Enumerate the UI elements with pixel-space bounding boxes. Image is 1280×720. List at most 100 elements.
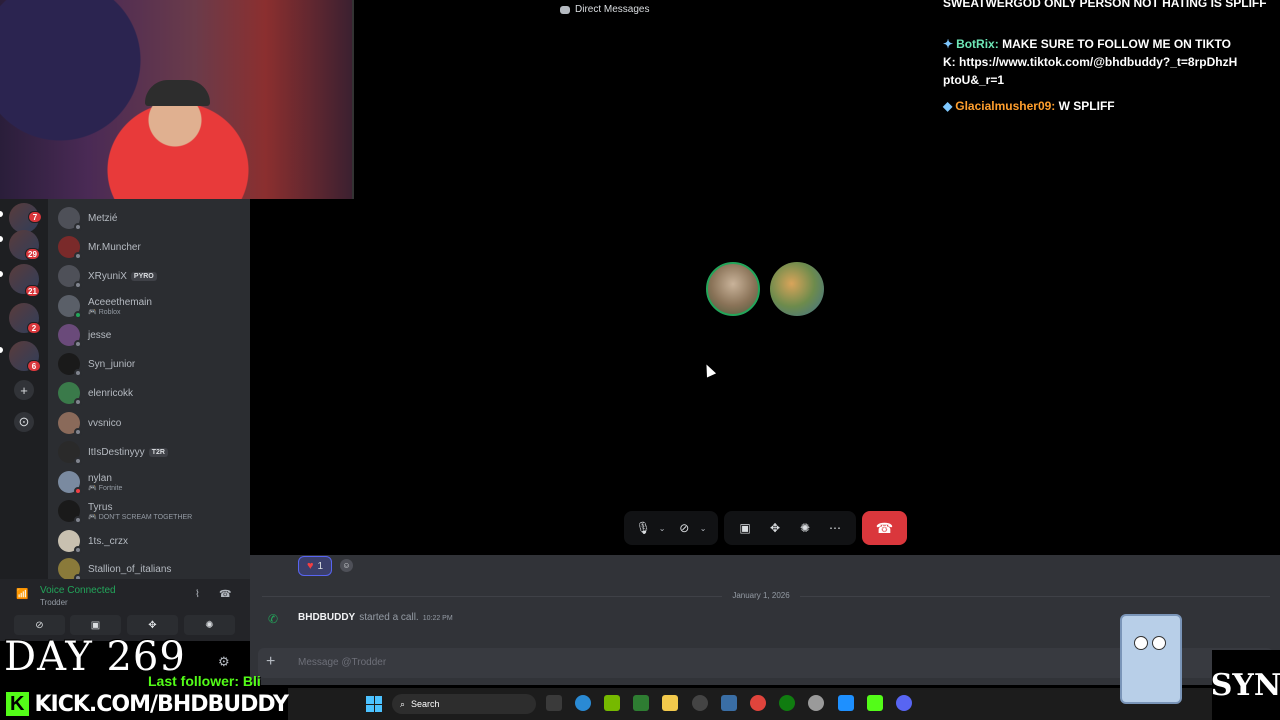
- add-server-icon[interactable]: +: [14, 380, 34, 400]
- windows-start-icon[interactable]: [366, 696, 382, 712]
- towelie-mascot: [1110, 606, 1190, 716]
- heart-icon: ♥: [306, 560, 314, 572]
- dm-item[interactable]: Aceeethemain 🎮 Roblox: [58, 292, 243, 320]
- dm-name: Metzié: [88, 212, 118, 224]
- nvidia-icon[interactable]: [604, 695, 620, 711]
- dm-item[interactable]: ItIsDestinyyy T2R: [58, 438, 243, 466]
- voice-connected-label[interactable]: Voice Connected: [40, 585, 116, 596]
- message-input[interactable]: Message @Trodder: [298, 657, 386, 668]
- kick-app-icon[interactable]: [867, 695, 883, 711]
- dm-item[interactable]: Syn_junior: [58, 350, 243, 378]
- avatar: [58, 295, 82, 319]
- soundboard-icon: ✺: [205, 619, 214, 631]
- avatar: [58, 558, 82, 582]
- chevron-down-icon[interactable]: ⌄: [659, 524, 669, 533]
- activities-icon[interactable]: ✥: [764, 517, 786, 539]
- screen-share-icon[interactable]: ▣: [734, 517, 756, 539]
- dm-item[interactable]: Tyrus 🎮 DON'T SCREAM TOGETHER: [58, 497, 243, 525]
- xbox-icon[interactable]: [779, 695, 795, 711]
- webcam-overlay: [0, 0, 354, 199]
- dm-name: XRyuniX: [88, 270, 127, 282]
- dm-name: 1ts._crzx: [88, 535, 129, 547]
- bot-badge-icon: ✦: [943, 37, 954, 51]
- camera-toggle-button[interactable]: ⊘: [14, 615, 65, 635]
- store-icon[interactable]: [721, 695, 737, 711]
- last-follower-label: Last follower: Bli: [148, 673, 261, 689]
- chevron-down-icon[interactable]: ⌄: [700, 524, 710, 533]
- window-title-text: Direct Messages: [575, 4, 650, 15]
- kick-logo-icon: K: [6, 692, 29, 716]
- dm-item[interactable]: elenricokk: [58, 379, 243, 407]
- spreadsheet-app-icon[interactable]: [633, 695, 649, 711]
- chrome-icon[interactable]: [750, 695, 766, 711]
- avatar: [58, 236, 82, 260]
- voice-channel-name[interactable]: Trodder: [40, 598, 68, 607]
- avatar: [58, 265, 82, 289]
- soundboard-button[interactable]: ✺: [184, 615, 235, 635]
- activities-icon: ✥: [148, 619, 157, 631]
- search-label: Search: [411, 699, 440, 709]
- discover-icon[interactable]: ⊙: [14, 412, 34, 432]
- app-icon[interactable]: [838, 695, 854, 711]
- camera-off-icon[interactable]: ⊘: [673, 517, 695, 539]
- discord-icon: [560, 5, 570, 14]
- dm-item[interactable]: 1ts._crzx: [58, 527, 243, 555]
- dm-name: vvsnico: [88, 417, 122, 429]
- more-options-icon[interactable]: ⋯: [824, 517, 846, 539]
- stream-chat-message: ✦ BotRix: MAKE SURE TO FOLLOW ME ON TIKTO…: [943, 35, 1243, 89]
- steam-icon[interactable]: [692, 695, 708, 711]
- mention-badge: 7: [28, 211, 42, 223]
- dm-name-with-tag: XRyuniX PYRO: [88, 271, 157, 282]
- guild-tag: PYRO: [130, 271, 157, 281]
- noise-suppression-icon[interactable]: ⌇: [195, 589, 200, 600]
- webcam-frame: [0, 0, 354, 199]
- mention-badge: 2: [27, 322, 41, 334]
- message-author[interactable]: BHDBUDDY: [298, 612, 355, 623]
- dm-activity: 🎮 Roblox: [88, 308, 152, 316]
- screen-share-icon: ▣: [90, 619, 101, 631]
- dm-item[interactable]: Mr.Muncher: [58, 233, 243, 261]
- unread-indicator: [0, 347, 3, 353]
- task-view-icon[interactable]: [546, 695, 562, 711]
- dm-name: Aceeethemain: [88, 296, 152, 308]
- dm-name: ItIsDestinyyy: [88, 446, 145, 458]
- edge-browser-icon[interactable]: [575, 695, 591, 711]
- dm-name: jesse: [88, 329, 112, 341]
- upload-plus-icon[interactable]: +: [266, 653, 275, 671]
- dm-item[interactable]: XRyuniX PYRO: [58, 262, 243, 290]
- activity-text: Fortnite: [98, 484, 123, 492]
- dm-item[interactable]: vvsnico: [58, 409, 243, 437]
- add-reaction-icon[interactable]: ☺: [340, 559, 353, 572]
- disconnect-icon[interactable]: ☎: [219, 589, 231, 600]
- settings-gear-icon[interactable]: ⚙: [218, 654, 230, 670]
- call-participant-avatar[interactable]: [706, 262, 760, 316]
- search-icon: ⌕: [400, 698, 406, 709]
- file-explorer-icon[interactable]: [662, 695, 678, 711]
- dm-name: nylan: [88, 472, 112, 484]
- kick-banner: K KICK.COM/BHDBUDDY: [0, 688, 289, 720]
- discord-taskbar-icon[interactable]: [896, 695, 912, 711]
- dm-item[interactable]: nylan 🎮 Fortnite: [58, 468, 243, 496]
- obs-icon[interactable]: [808, 695, 824, 711]
- avatar: [58, 207, 82, 231]
- call-participant-avatar[interactable]: [770, 262, 824, 316]
- dm-item[interactable]: jesse: [58, 321, 243, 349]
- activities-button[interactable]: ✥: [127, 615, 178, 635]
- taskbar-search[interactable]: ⌕ Search: [392, 694, 536, 714]
- dm-name: Tyrus: [88, 501, 113, 513]
- window-title: Direct Messages: [560, 4, 740, 15]
- connection-signal-icon[interactable]: 📶: [16, 589, 28, 600]
- mention-badge: 6: [27, 360, 41, 372]
- activity-text: DON'T SCREAM TOGETHER: [98, 513, 193, 521]
- chat-message-text: SWEATWERGOD ONLY PERSON NOT HATING IS SP…: [943, 0, 1267, 10]
- avatar: [58, 353, 82, 377]
- screen-share-button[interactable]: ▣: [70, 615, 121, 635]
- dm-name: Mr.Muncher: [88, 241, 141, 253]
- heart-reaction[interactable]: ♥ 1: [298, 556, 332, 576]
- soundboard-icon[interactable]: ✺: [794, 517, 816, 539]
- avatar: [58, 500, 82, 524]
- disconnect-button[interactable]: ☎: [862, 511, 907, 545]
- dm-item[interactable]: Metzié: [58, 204, 243, 232]
- avatar: [58, 412, 82, 436]
- microphone-icon[interactable]: 🎙: [632, 517, 654, 539]
